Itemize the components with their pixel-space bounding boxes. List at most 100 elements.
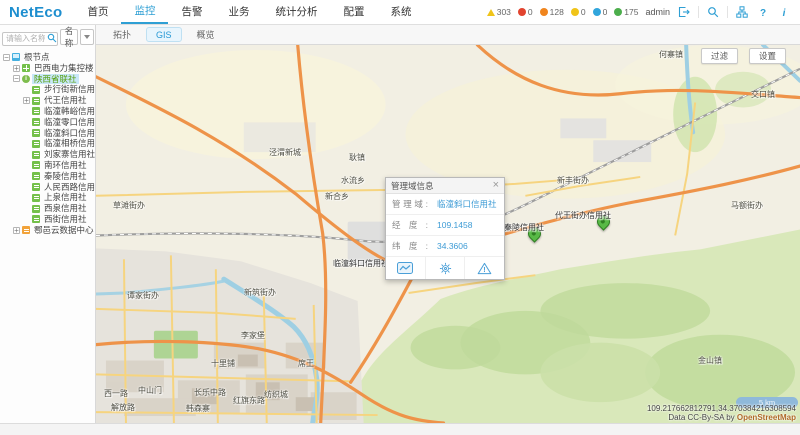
page-footer-strip (0, 423, 800, 435)
popup-field-value[interactable]: 109.1458 (437, 220, 472, 230)
popup-field-value[interactable]: 临潼斜口信用社 (437, 198, 497, 210)
dc-icon (22, 226, 30, 234)
popup-row-2: 纬度: 34.3606 (386, 236, 504, 257)
performance-chart-icon[interactable] (386, 257, 425, 279)
logout-icon[interactable] (677, 6, 691, 19)
popup-field-value[interactable]: 34.3606 (437, 241, 468, 251)
help-icon[interactable]: ? (756, 6, 770, 19)
branch-icon (32, 118, 40, 126)
tree-node-8[interactable]: 临潼相桥信用社 (0, 138, 95, 149)
search-icon[interactable] (706, 6, 720, 19)
nav-item-0[interactable]: 首页 (74, 0, 121, 24)
map-label: 交口镇 (751, 89, 775, 100)
neteco-logo[interactable]: NetEco (0, 4, 74, 21)
warning-triangle-icon (487, 9, 495, 16)
map-label: 马额街办 (731, 200, 763, 211)
map-label: 草滩街办 (113, 200, 145, 211)
tree-toggle-icon[interactable]: + (23, 97, 30, 104)
popup-field-label: 经度: (392, 219, 428, 231)
username[interactable]: admin (645, 7, 670, 17)
info-icon[interactable]: i (777, 6, 791, 19)
alarm-badge[interactable]: 303 (487, 7, 511, 17)
alarm-badge[interactable]: 175 (614, 7, 638, 17)
alarm-count: 128 (550, 7, 564, 17)
tree-node-1[interactable]: + 巴西电力集控楼 (0, 63, 95, 74)
tree-node-4[interactable]: +代王信用社 (0, 95, 95, 106)
nav-item-4[interactable]: 统计分析 (262, 0, 330, 24)
map-label: 十里铺 (211, 358, 235, 369)
attribution-text: Data CC-By-SA by (668, 413, 736, 422)
map-label: 解放路 (111, 402, 135, 413)
tree-node-5[interactable]: 临潼韩峪信用社 (0, 106, 95, 117)
popup-title-bar: 管理域信息 × (386, 178, 504, 194)
nav-item-6[interactable]: 系统 (377, 0, 424, 24)
tree-node-11[interactable]: 秦陵信用社 (0, 171, 95, 182)
tree-toggle-icon[interactable]: − (13, 75, 20, 82)
openstreetmap-link[interactable]: OpenStreetMap (737, 413, 796, 422)
nav-item-2[interactable]: 告警 (168, 0, 215, 24)
popup-row-1: 经度: 109.1458 (386, 215, 504, 236)
popup-row-0: 管理域:临潼斜口信用社 (386, 194, 504, 215)
tree-node-label: 人民西路信用社 (42, 182, 95, 193)
top-bar: NetEco 首页监控告警业务统计分析配置系统 303012800175 adm… (0, 0, 800, 25)
alarm-badge[interactable]: 128 (540, 7, 564, 17)
branch-icon (32, 194, 40, 202)
tree-node-15[interactable]: 西街信用社 (0, 214, 95, 225)
tree-toggle-icon[interactable]: + (13, 65, 20, 72)
tab-2[interactable]: 概览 (187, 26, 225, 44)
tree-node-16[interactable]: +鄠邑云数据中心 (0, 225, 95, 236)
tree-node-label: 巴西电力集控楼 (32, 63, 95, 74)
popup-field-label: 纬度: (392, 240, 428, 252)
filter-button[interactable]: 过滤 (701, 48, 738, 64)
map-label: 李家堡 (241, 330, 265, 341)
search-magnifier-icon[interactable] (47, 30, 57, 48)
alarm-warning-icon[interactable]: ! (464, 257, 504, 279)
svg-text:i: i (783, 8, 786, 18)
tab-0[interactable]: 拓扑 (103, 26, 141, 44)
tree-node-9[interactable]: 刘家寨信用社 (0, 149, 95, 160)
critical-alarm-icon (518, 8, 526, 16)
tree-toggle-icon[interactable]: − (3, 54, 10, 61)
tree-node-0[interactable]: −根节点 (0, 52, 95, 63)
alarm-count: 175 (624, 7, 638, 17)
branch-icon (32, 161, 40, 169)
settings-gear-icon[interactable] (425, 257, 465, 279)
alarm-count: 0 (528, 7, 533, 17)
topology-org-icon[interactable] (735, 6, 749, 19)
info-icon (22, 75, 30, 83)
tree-node-14[interactable]: 西泉信用社 (0, 203, 95, 214)
tab-gis[interactable]: GIS (146, 27, 182, 42)
tree-node-label: 步行街新信用社 (42, 84, 95, 95)
tree-node-7[interactable]: 临潼斜口信用社 (0, 128, 95, 139)
map-label: 金山镇 (698, 355, 722, 366)
branch-icon (32, 172, 40, 180)
map-label: 水流乡 (341, 175, 365, 186)
tree-toggle-icon[interactable]: + (13, 227, 20, 234)
tree-node-10[interactable]: 南环信用社 (0, 160, 95, 171)
branch-icon (32, 86, 40, 94)
branch-icon (32, 183, 40, 191)
settings-button[interactable]: 设置 (749, 48, 786, 64)
tree-node-6[interactable]: 临潼零口信用社 (0, 117, 95, 128)
search-type-button[interactable]: 名称 (60, 29, 78, 45)
popup-rows: 管理域:临潼斜口信用社经度: 109.1458 纬度: 34.3606 (386, 194, 504, 257)
nav-item-5[interactable]: 配置 (330, 0, 377, 24)
gis-map[interactable]: 何寨镇交口镇泾渭新城耿镇水流乡新合乡西泉街办新丰街办马额街办草滩街办新筑街办谭家… (96, 45, 800, 423)
monitor-icon (12, 53, 20, 61)
tree-node-3[interactable]: 步行街新信用社 (0, 84, 95, 95)
tree-node-2[interactable]: −陕西省联社 (0, 74, 95, 85)
close-icon[interactable]: × (493, 180, 499, 191)
divider (698, 6, 699, 18)
alarm-badge[interactable]: 0 (593, 7, 608, 17)
alarm-badge[interactable]: 0 (518, 7, 533, 17)
map-attribution: Data CC-By-SA by OpenStreetMap (668, 413, 796, 422)
svg-text:!: ! (483, 265, 485, 274)
nav-item-3[interactable]: 业务 (215, 0, 262, 24)
search-type-dropdown-button[interactable] (80, 29, 94, 45)
map-label: 中山门 (138, 385, 162, 396)
tree-node-13[interactable]: 上泉信用社 (0, 192, 95, 203)
alarm-badge[interactable]: 0 (571, 7, 586, 17)
nav-item-1[interactable]: 监控 (121, 0, 168, 24)
tree-node-12[interactable]: 人民西路信用社 (0, 182, 95, 193)
tree-node-label: 上泉信用社 (42, 192, 89, 203)
